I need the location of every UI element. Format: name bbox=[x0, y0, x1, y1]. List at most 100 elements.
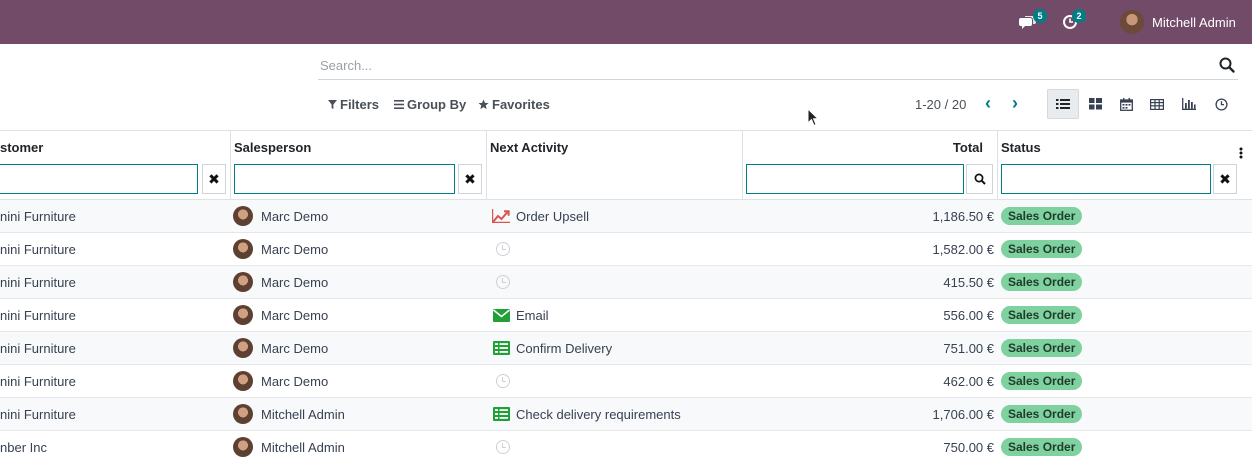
next-activity-cell[interactable] bbox=[492, 266, 740, 298]
top-navbar: 5 2 Mitchell Admin bbox=[0, 0, 1252, 44]
pager-value[interactable]: 1-20 / 20 bbox=[915, 94, 966, 114]
customer-cell: nber Inc bbox=[0, 439, 47, 455]
salesperson-filter-input[interactable] bbox=[234, 164, 455, 194]
favorites-button[interactable]: Favorites bbox=[478, 94, 550, 114]
status-badge: Sales Order bbox=[1001, 207, 1083, 225]
customer-filter-input[interactable] bbox=[0, 164, 198, 194]
list-view-icon bbox=[1056, 99, 1070, 109]
total-cell: 415.50 € bbox=[943, 274, 994, 290]
column-customer-label: stomer bbox=[0, 140, 44, 155]
total-filter-search-button[interactable] bbox=[966, 164, 993, 194]
kanban-view-button[interactable] bbox=[1079, 89, 1111, 119]
total-cell: 750.00 € bbox=[943, 439, 994, 455]
total-cell: 1,582.00 € bbox=[932, 241, 994, 257]
next-activity-cell[interactable] bbox=[492, 365, 740, 397]
activities-menu[interactable]: 2 bbox=[1062, 0, 1086, 44]
salesperson-filter-clear-icon[interactable]: ✖ bbox=[458, 164, 482, 194]
avatar bbox=[233, 305, 253, 325]
total-cell: 1,186.50 € bbox=[932, 208, 994, 224]
status-badge: Sales Order bbox=[1001, 438, 1083, 456]
avatar bbox=[233, 338, 253, 358]
list-view-button[interactable] bbox=[1047, 89, 1079, 119]
table-row[interactable]: nini Furniture Marc Demo Email 556.00 € Sale… bbox=[0, 299, 1252, 332]
table-row[interactable]: nini Furniture Marc Demo Order Upsell 1,186… bbox=[0, 200, 1252, 233]
search-icon bbox=[974, 173, 986, 185]
salesperson-cell: Mitchell Admin bbox=[233, 398, 483, 430]
user-menu[interactable]: Mitchell Admin bbox=[1120, 0, 1236, 44]
user-name: Mitchell Admin bbox=[1152, 14, 1236, 30]
customer-cell: nini Furniture bbox=[0, 406, 76, 422]
activities-count-badge: 2 bbox=[1072, 9, 1086, 23]
group-by-button[interactable]: Group By bbox=[394, 94, 466, 114]
next-activity-cell[interactable]: Order Upsell bbox=[492, 200, 740, 232]
status-cell: Sales Order bbox=[1001, 365, 1201, 397]
pager-previous-icon[interactable]: ‹ bbox=[981, 94, 995, 113]
filters-label: Filters bbox=[340, 96, 380, 112]
table-row[interactable]: nini Furniture Marc Demo Confirm Delivery 7… bbox=[0, 332, 1252, 365]
status-filter-input[interactable] bbox=[1001, 164, 1211, 194]
column-total-label: Total bbox=[952, 140, 983, 155]
clock-icon[interactable] bbox=[492, 274, 510, 290]
activity-view-button[interactable] bbox=[1205, 89, 1237, 119]
pivot-view-button[interactable] bbox=[1141, 89, 1173, 119]
salesperson-cell: Marc Demo bbox=[233, 332, 483, 364]
next-activity-cell[interactable]: Confirm Delivery bbox=[492, 332, 740, 364]
activity-summary: Email bbox=[516, 307, 549, 323]
column-total[interactable]: Total bbox=[743, 131, 998, 200]
clock-icon[interactable] bbox=[492, 241, 510, 257]
status-filter-clear-icon[interactable]: ✖ bbox=[1213, 164, 1237, 194]
customer-cell: nini Furniture bbox=[0, 208, 76, 224]
column-next-activity-label: Next Activity bbox=[490, 140, 569, 155]
calendar-view-button[interactable] bbox=[1110, 89, 1142, 119]
optional-columns-icon[interactable] bbox=[1239, 147, 1243, 159]
customer-filter-clear-icon[interactable]: ✖ bbox=[202, 164, 226, 194]
clock-icon[interactable] bbox=[492, 439, 510, 455]
status-cell: Sales Order bbox=[1001, 398, 1201, 430]
salesperson-name: Marc Demo bbox=[261, 340, 329, 356]
bar-chart-icon bbox=[1182, 98, 1196, 110]
status-cell: Sales Order bbox=[1001, 332, 1201, 364]
sales-orders-table: stomer ✖ Salesperson ✖ Next Activity Tot… bbox=[0, 130, 1252, 463]
table-row[interactable]: nber Inc Mitchell Admin 750.00 € Sales Orde… bbox=[0, 431, 1252, 463]
table-row[interactable]: nini Furniture Mitchell Admin Check delive… bbox=[0, 398, 1252, 431]
next-activity-cell[interactable]: Check delivery requirements bbox=[492, 398, 740, 430]
status-badge: Sales Order bbox=[1001, 306, 1083, 324]
pager-next-icon[interactable]: › bbox=[1008, 94, 1022, 113]
status-badge: Sales Order bbox=[1001, 240, 1083, 258]
tasks-icon[interactable] bbox=[492, 406, 510, 422]
total-filter-input[interactable] bbox=[746, 164, 964, 194]
status-cell: Sales Order bbox=[1001, 431, 1201, 463]
graph-view-button[interactable] bbox=[1173, 89, 1205, 119]
salesperson-name: Marc Demo bbox=[261, 241, 329, 257]
avatar bbox=[233, 404, 253, 424]
status-cell: Sales Order bbox=[1001, 266, 1201, 298]
column-status[interactable]: Status ✖ bbox=[998, 131, 1252, 200]
salesperson-name: Mitchell Admin bbox=[261, 406, 345, 422]
salesperson-cell: Marc Demo bbox=[233, 266, 483, 298]
salesperson-cell: Marc Demo bbox=[233, 233, 483, 265]
search-icon[interactable] bbox=[1218, 56, 1236, 74]
search-input[interactable] bbox=[318, 52, 1208, 78]
envelope-icon[interactable] bbox=[492, 307, 510, 323]
column-next-activity[interactable]: Next Activity bbox=[487, 131, 743, 200]
table-body: nini Furniture Marc Demo Order Upsell 1,186… bbox=[0, 200, 1252, 463]
filter-icon bbox=[328, 99, 337, 109]
column-customer[interactable]: stomer ✖ bbox=[0, 131, 231, 200]
table-row[interactable]: nini Furniture Marc Demo 1,582.00 € Sales O… bbox=[0, 233, 1252, 266]
activity-summary: Order Upsell bbox=[516, 208, 589, 224]
trending-up-icon[interactable] bbox=[492, 208, 510, 224]
table-row[interactable]: nini Furniture Marc Demo 462.00 € Sales Ord… bbox=[0, 365, 1252, 398]
table-row[interactable]: nini Furniture Marc Demo 415.50 € Sales Ord… bbox=[0, 266, 1252, 299]
filters-button[interactable]: Filters bbox=[328, 94, 379, 114]
messages-menu[interactable]: 5 bbox=[1019, 0, 1047, 44]
customer-cell: nini Furniture bbox=[0, 340, 76, 356]
clock-icon bbox=[1214, 97, 1228, 111]
salesperson-cell: Mitchell Admin bbox=[233, 431, 483, 463]
next-activity-cell[interactable]: Email bbox=[492, 299, 740, 331]
clock-icon[interactable] bbox=[492, 373, 510, 389]
next-activity-cell[interactable] bbox=[492, 233, 740, 265]
next-activity-cell[interactable] bbox=[492, 431, 740, 463]
salesperson-cell: Marc Demo bbox=[233, 365, 483, 397]
tasks-icon[interactable] bbox=[492, 340, 510, 356]
column-salesperson[interactable]: Salesperson ✖ bbox=[231, 131, 487, 200]
